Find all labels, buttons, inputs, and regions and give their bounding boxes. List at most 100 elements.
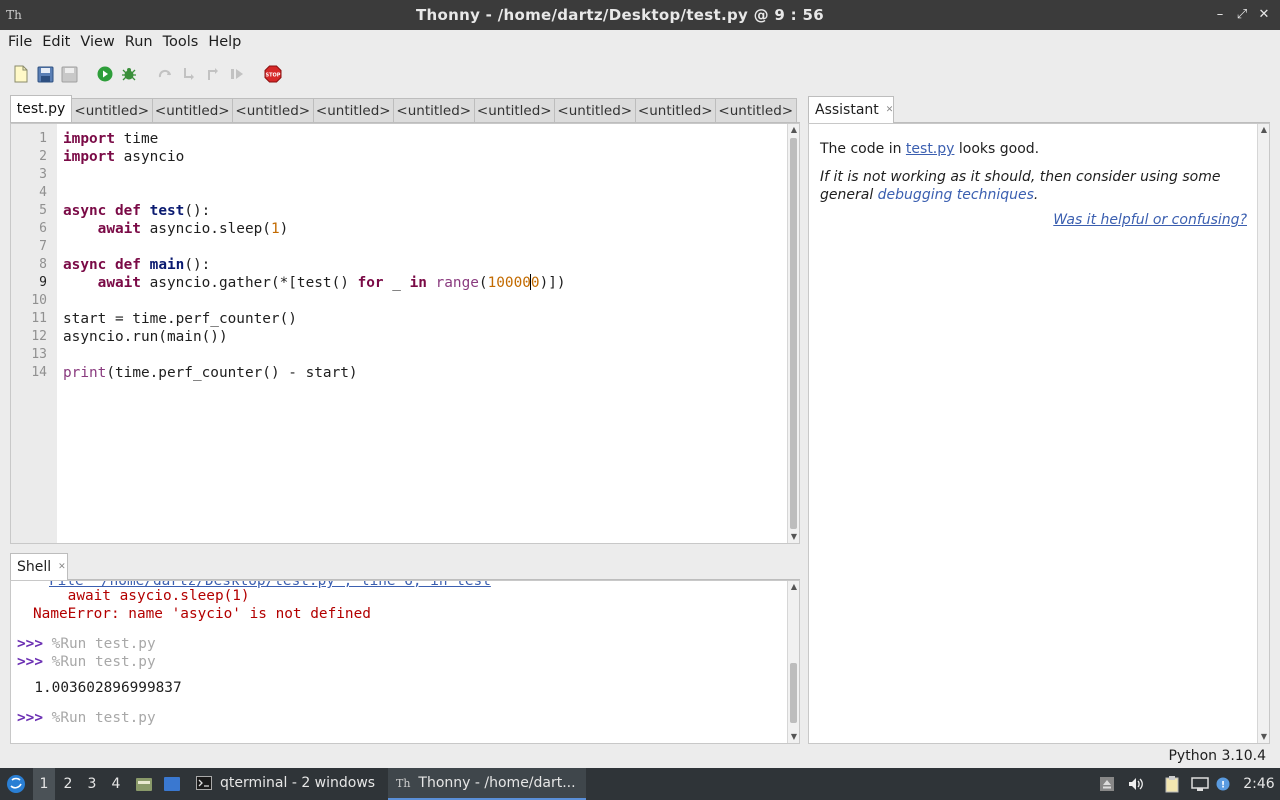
run-icon[interactable] [94,63,116,85]
status-bar: Python 3.10.4 [0,746,1280,768]
scroll-up-icon[interactable]: ▲ [788,124,800,136]
line-number: 1 [39,131,47,146]
file-manager-icon[interactable] [133,768,155,800]
code-line: print(time.perf_counter() - start) [63,364,358,382]
menu-edit[interactable]: Edit [38,34,74,50]
line-number: 6 [39,221,47,236]
line-number: 3 [39,167,47,182]
assistant-scrollbar[interactable]: ▲ ▼ [1257,124,1269,743]
editor-tab-untitled[interactable]: <untitled> [554,98,636,122]
show-desktop-icon[interactable] [161,768,183,800]
function-name: test [149,203,185,219]
menu-view[interactable]: View [76,34,118,50]
number-literal: 0 [530,275,540,291]
clock[interactable]: 2:46 [1240,768,1278,800]
step-into-icon[interactable] [178,63,200,85]
keyword: in [409,275,427,291]
editor-tab-test-py[interactable]: test.py [10,95,72,122]
feedback-link[interactable]: Was it helpful or confusing? [1053,212,1247,228]
close-icon[interactable]: ✕ [58,562,66,572]
workspace-1[interactable]: 1 [33,768,55,800]
assistant-tab[interactable]: Assistant ✕ [808,96,894,123]
editor-scrollbar[interactable]: ▲ ▼ [787,124,799,543]
interpreter-selector[interactable]: Python 3.10.4 [1168,748,1266,764]
eject-icon[interactable] [1098,768,1116,800]
line-number: 10 [31,293,47,308]
save-icon[interactable] [34,63,56,85]
title-bar: Th Thonny - /home/dartz/Desktop/test.py … [0,0,1280,30]
toolbar: STOP [0,60,1280,88]
code-text: asyncio.sleep( [140,221,271,237]
shell-tab-bar: Shell ✕ [10,553,800,580]
code-text: asyncio [114,149,185,165]
task-label: qterminal - 2 windows [220,775,376,791]
shell-prompt: >>> [17,636,43,652]
error-message: NameError: name 'asycio' is not defined [33,606,371,622]
thonny-app-icon: Th [6,8,22,22]
keyword: await [97,275,141,291]
menu-run[interactable]: Run [121,34,157,50]
shell-tab-label: Shell [17,559,52,575]
menu-help[interactable]: Help [204,34,245,50]
workspace-2[interactable]: 2 [57,768,79,800]
editor-tab-untitled[interactable]: <untitled> [634,98,716,122]
resume-icon[interactable] [226,63,248,85]
keyword: async def [63,257,141,273]
editor-tab-untitled[interactable]: <untitled> [71,98,153,122]
file-link[interactable]: test.py [906,141,955,157]
assistant-advice: If it is not working as it should, then … [820,168,1250,204]
volume-icon[interactable] [1126,768,1146,800]
scroll-down-icon[interactable]: ▼ [788,531,800,543]
step-over-icon[interactable] [154,63,176,85]
line-number: 7 [39,239,47,254]
new-file-icon[interactable] [10,63,32,85]
editor-tab-untitled[interactable]: <untitled> [715,98,797,122]
minimize-icon[interactable]: – [1212,7,1228,23]
scroll-up-icon[interactable]: ▲ [788,581,799,593]
editor-tab-untitled[interactable]: <untitled> [473,98,555,122]
close-icon[interactable]: ✕ [1256,7,1272,23]
clipboard-icon[interactable] [1162,768,1182,800]
debugging-techniques-link[interactable]: debugging techniques [878,187,1034,203]
code-area[interactable]: import time import asyncio async def tes… [63,124,785,543]
shell-command: %Run test.py [51,710,156,726]
shell-tab[interactable]: Shell ✕ [10,553,68,580]
assistant-tab-label: Assistant [815,102,879,118]
menu-file[interactable]: File [4,34,36,50]
assistant-tab-bar: Assistant ✕ [808,96,1270,123]
code-editor[interactable]: 1 2 3 4 5 6 7 8 9 10 11 12 13 14 import … [10,123,800,544]
shell-scroll-thumb[interactable] [790,663,797,723]
workspace-4[interactable]: 4 [105,768,127,800]
save-all-icon[interactable] [58,63,80,85]
code-line: async def test(): [63,202,210,220]
assistant-text: looks good. [954,141,1040,157]
task-qterminal[interactable]: qterminal - 2 windows [190,768,380,800]
window-title: Thonny - /home/dartz/Desktop/test.py @ 9… [416,6,824,24]
close-icon[interactable]: ✕ [886,105,894,115]
editor-tab-untitled[interactable]: <untitled> [151,98,233,122]
editor-tab-untitled[interactable]: <untitled> [393,98,475,122]
editor-tab-untitled[interactable]: <untitled> [232,98,314,122]
maximize-icon[interactable]: ⤢ [1234,7,1250,23]
scroll-down-icon[interactable]: ▼ [1258,731,1270,743]
shell-scrollbar[interactable]: ▲ ▼ [787,581,799,743]
code-text: _ [383,275,410,291]
stop-icon[interactable]: STOP [262,63,284,85]
notification-icon[interactable]: ! [1215,768,1231,800]
menu-tools[interactable]: Tools [159,34,203,50]
number-literal: 10000 [487,275,531,291]
shell-command: %Run test.py [51,654,156,670]
shell-console[interactable]: File "/home/dartz/Desktop/test.py", line… [10,580,800,744]
debug-icon[interactable] [118,63,140,85]
start-menu-icon[interactable] [4,768,28,800]
task-thonny[interactable]: Th Thonny - /home/dart... [388,768,586,800]
line-number: 8 [39,257,47,272]
workspace-3[interactable]: 3 [81,768,103,800]
step-out-icon[interactable] [202,63,224,85]
editor-tab-untitled[interactable]: <untitled> [312,98,394,122]
editor-scroll-thumb[interactable] [790,138,797,529]
scroll-up-icon[interactable]: ▲ [1258,124,1270,136]
scroll-down-icon[interactable]: ▼ [788,731,799,743]
network-icon[interactable] [1190,768,1210,800]
